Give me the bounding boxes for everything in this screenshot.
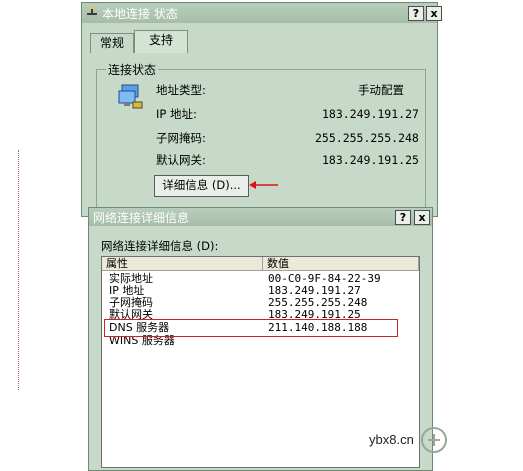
close-button[interactable]: x xyxy=(414,210,430,225)
help-button[interactable]: ? xyxy=(408,6,424,21)
column-header-property[interactable]: 属性 xyxy=(102,257,263,271)
ip-address-label: IP 地址: xyxy=(156,107,197,121)
dotted-guide-line xyxy=(18,150,19,390)
title-bar[interactable]: 网络连接详细信息 ? x xyxy=(89,208,432,226)
title-bar[interactable]: 本地连接 状态 ? x xyxy=(82,3,442,23)
details-button[interactable]: 详细信息 (D)... xyxy=(154,175,249,197)
subnet-mask-value: 255.255.255.248 xyxy=(315,131,419,145)
dns-highlight-box xyxy=(104,319,398,337)
window-title: 网络连接详细信息 xyxy=(93,211,190,225)
watermark-text: ybx8.cn xyxy=(369,432,414,447)
help-button[interactable]: ? xyxy=(395,210,411,225)
red-arrow-annotation xyxy=(249,181,278,189)
address-type-value: 手动配置 xyxy=(358,83,404,97)
tab-support[interactable]: 支持 xyxy=(134,30,188,53)
tab-general[interactable]: 常规 xyxy=(90,33,134,53)
close-button[interactable]: x xyxy=(426,6,442,21)
watermark-logo xyxy=(420,426,448,454)
default-gateway-label: 默认网关: xyxy=(156,153,206,167)
details-list-label: 网络连接详细信息 (D): xyxy=(101,239,219,253)
subnet-mask-label: 子网掩码: xyxy=(156,131,206,145)
ip-address-value: 183.249.191.27 xyxy=(322,107,419,121)
window-title: 本地连接 状态 xyxy=(102,7,178,21)
group-title: 连接状态 xyxy=(106,61,159,78)
address-type-label: 地址类型: xyxy=(156,83,206,97)
connection-computer-icon xyxy=(116,82,146,112)
default-gateway-value: 183.249.191.25 xyxy=(322,153,419,167)
column-header-value[interactable]: 数值 xyxy=(263,257,419,271)
network-connection-icon xyxy=(86,6,98,18)
